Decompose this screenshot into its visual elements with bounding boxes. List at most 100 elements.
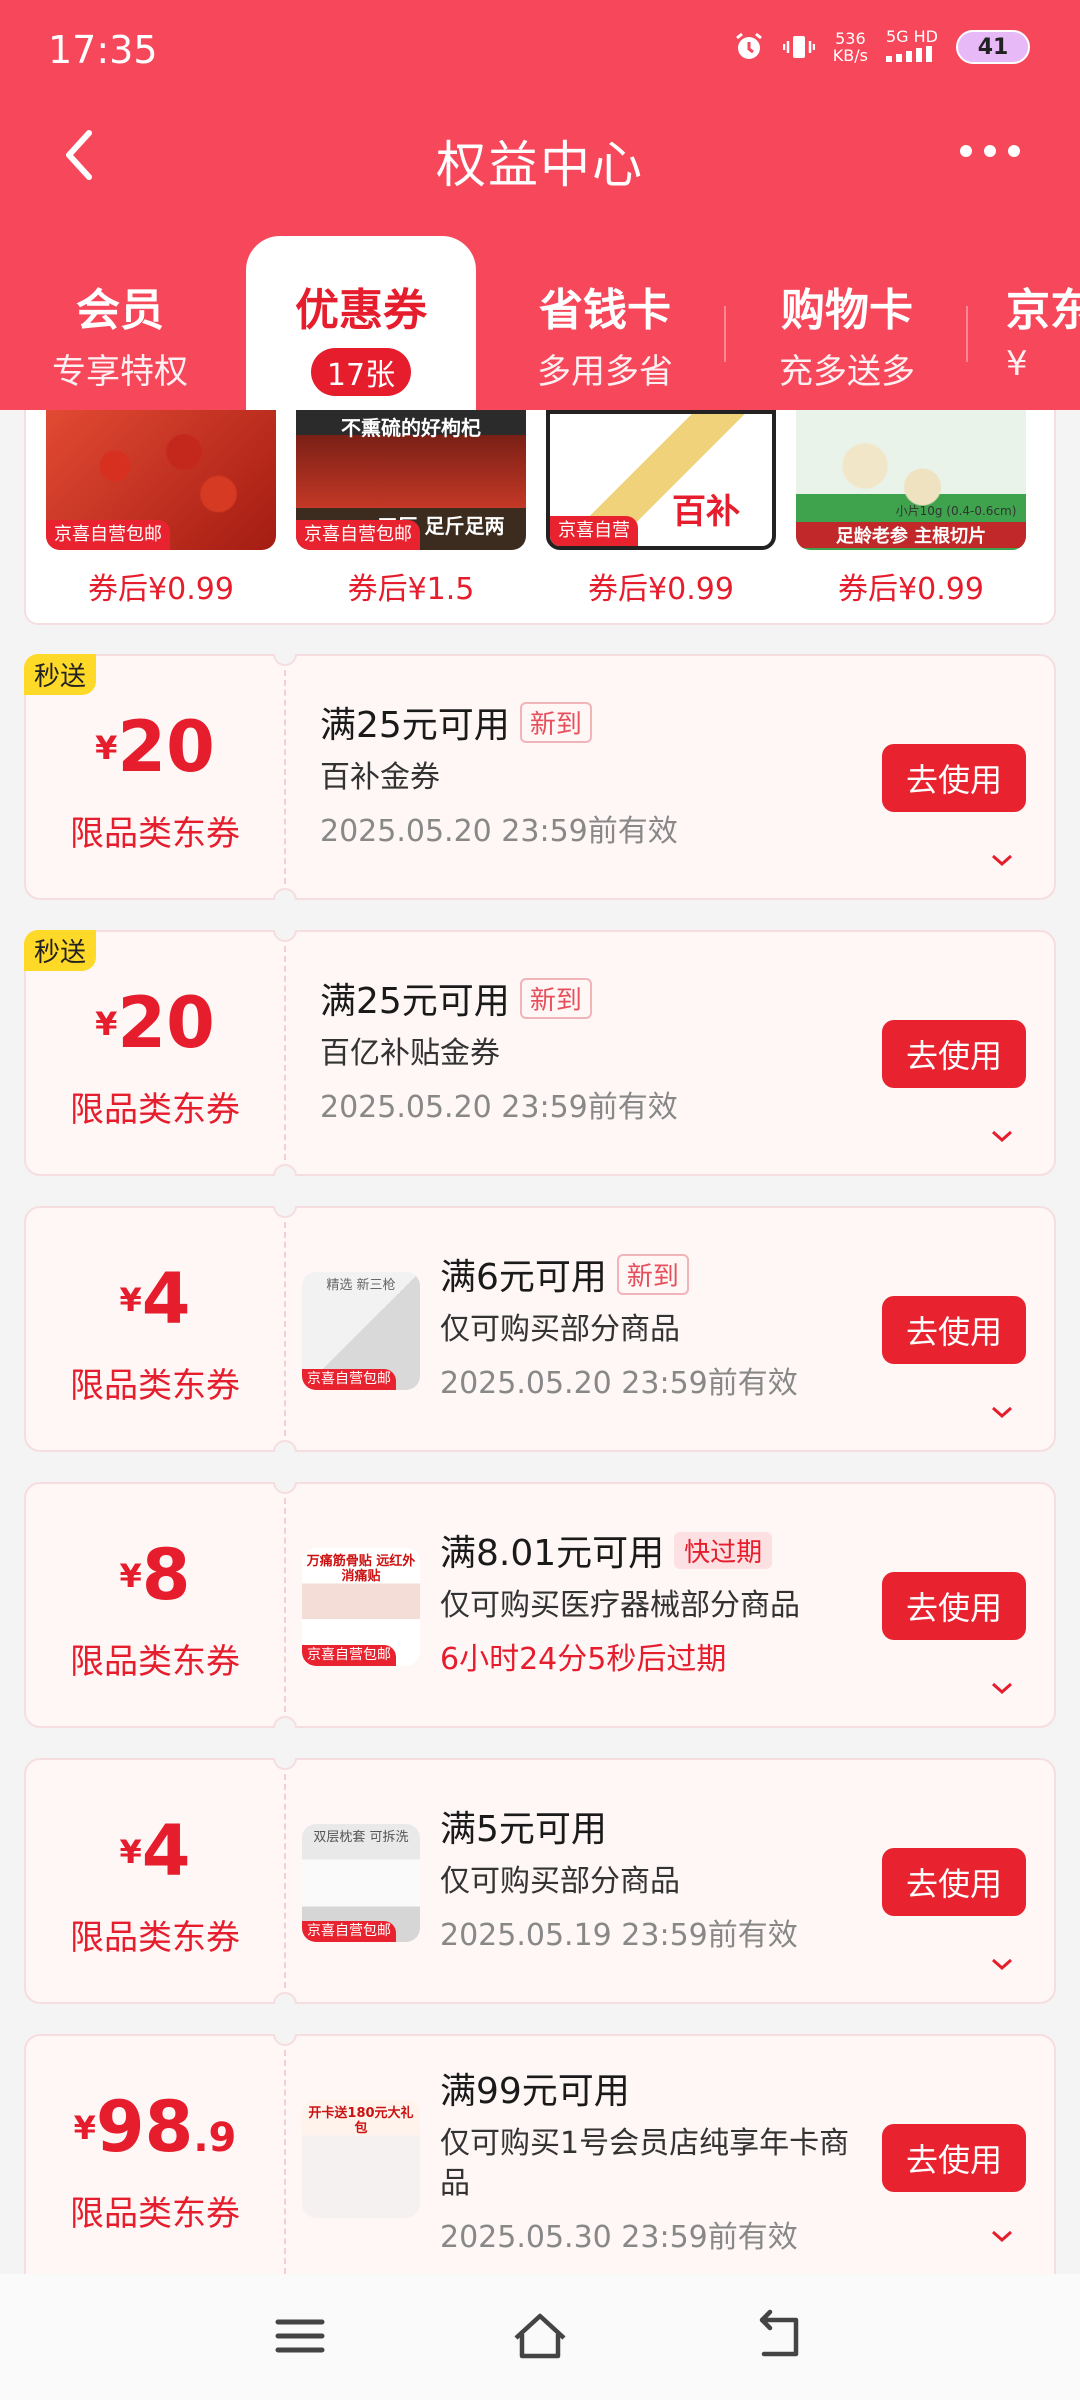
coupon-validity: 2025.05.19 23:59前有效 (440, 1918, 798, 1953)
use-coupon-button[interactable]: 去使用 (882, 1296, 1026, 1364)
product-card[interactable]: 小片10g (0.4-0.6cm) 足龄老参 主根切片 券后¥0.99 (796, 410, 1026, 615)
product-image: 小片10g (0.4-0.6cm) 足龄老参 主根切片 (796, 410, 1026, 550)
tab-membership[interactable]: 会员 专享特权 (5, 236, 235, 410)
status-time: 17:35 (48, 28, 158, 72)
coupon-info: 满99元可用 仅可购买1号会员店纯享年卡商品 2025.05.30 23:59前… (440, 2062, 860, 2256)
home-icon[interactable] (510, 2308, 570, 2364)
product-image: 京喜自营包邮 (46, 410, 276, 550)
chevron-down-icon[interactable] (990, 848, 1014, 872)
coupon-validity: 2025.05.20 23:59前有效 (320, 814, 678, 849)
coupon-info: 满8.01元可用 快过期 仅可购买医疗器械部分商品 6小时24分5秒后过期 (440, 1524, 800, 1678)
coupon-info: 满5元可用 仅可购买部分商品 2025.05.19 23:59前有效 (440, 1800, 798, 1954)
coupon-amount: ¥8 (119, 1534, 191, 1616)
product-card[interactable]: 京喜自营包邮 券后¥0.99 (46, 410, 276, 615)
coupon-amount: ¥20 (95, 706, 215, 788)
coupon-card: 秒送 ¥20 限品类东券 满25元可用 新到 百亿补贴金券 2025.05.20 … (24, 930, 1056, 1176)
tab-savings-card[interactable]: 省钱卡 多用多省 (490, 236, 720, 410)
coupon-amount: ¥4 (119, 1258, 191, 1340)
vibrate-icon (782, 36, 815, 58)
back-icon[interactable] (750, 2308, 810, 2364)
new-tag: 新到 (519, 701, 592, 743)
coupon-type: 限品类东券 (70, 2194, 240, 2234)
more-options-icon[interactable] (960, 145, 1020, 157)
coupon-type: 限品类东券 (70, 814, 240, 854)
coupon-amount: ¥20 (95, 982, 215, 1064)
coupon-amount: ¥98.9 (73, 2086, 237, 2168)
product-image: 百补 京喜自营 (546, 410, 776, 550)
signal-icon (885, 46, 932, 62)
coupon-product-thumbnail: 万痛筋骨贴 远红外消痛贴 京喜自营包邮 (302, 1548, 420, 1666)
product-tag: 京喜自营 (550, 516, 638, 546)
coupon-description: 仅可购买医疗器械部分商品 (440, 1588, 800, 1623)
coupon-condition: 满99元可用 (440, 2071, 630, 2112)
chevron-down-icon[interactable] (990, 1952, 1014, 1976)
coupon-info: 满25元可用 新到 百亿补贴金券 2025.05.20 23:59前有效 (320, 972, 678, 1126)
chevron-down-icon[interactable] (990, 1676, 1014, 1700)
coupon-description: 百补金券 (320, 760, 440, 795)
use-coupon-button[interactable]: 去使用 (882, 744, 1026, 812)
signal-indicator: 5G HD (885, 28, 938, 66)
coupon-condition: 满5元可用 (440, 1809, 607, 1850)
product-tag: 京喜自营包邮 (46, 520, 170, 550)
use-coupon-button[interactable]: 去使用 (882, 1848, 1026, 1916)
coupon-card: ¥4 限品类东券 双层枕套 可拆洗 京喜自营包邮 满5元可用 仅可购买部分商品 … (24, 1758, 1056, 2004)
coupon-card: ¥4 限品类东券 精选 新三枪 京喜自营包邮 满6元可用 新到 仅可购买部分商品 … (24, 1206, 1056, 1452)
product-tag: 京喜自营包邮 (296, 520, 420, 550)
flash-badge: 秒送 (24, 654, 97, 695)
tab-shopping-card[interactable]: 购物卡 充多送多 (732, 236, 962, 410)
product-price: 券后¥1.5 (347, 572, 475, 607)
coupon-card: 秒送 ¥20 限品类东券 满25元可用 新到 百补金券 2025.05.20 23… (24, 654, 1056, 900)
coupon-info: 满25元可用 新到 百补金券 2025.05.20 23:59前有效 (320, 696, 678, 850)
coupon-type: 限品类东券 (70, 1090, 240, 1130)
menu-icon[interactable] (270, 2308, 330, 2364)
coupon-info: 满6元可用 新到 仅可购买部分商品 2025.05.20 23:59前有效 (440, 1248, 798, 1402)
coupon-countdown: 6小时24分5秒后过期 (440, 1642, 727, 1677)
coupon-condition: 满6元可用 (440, 1257, 607, 1298)
chevron-down-icon[interactable] (990, 1124, 1014, 1148)
coupon-type: 限品类东券 (70, 1642, 240, 1682)
use-coupon-button[interactable]: 去使用 (882, 1020, 1026, 1088)
product-price: 券后¥0.99 (838, 572, 984, 607)
coupon-product-thumbnail: 精选 新三枪 京喜自营包邮 (302, 1272, 420, 1390)
chevron-down-icon[interactable] (990, 1400, 1014, 1424)
coupon-description: 仅可购买1号会员店纯享年卡商品 (440, 2126, 850, 2201)
new-tag: 新到 (616, 1253, 689, 1295)
network-speed: 536 KB/s (832, 29, 868, 65)
chevron-down-icon[interactable] (990, 2224, 1014, 2248)
tab-jd[interactable]: 京东 ¥ (986, 236, 1080, 410)
use-coupon-button[interactable]: 去使用 (882, 1572, 1026, 1640)
coupon-description: 仅可购买部分商品 (440, 1864, 680, 1899)
tab-bar: 会员 专享特权 优惠券 17张 省钱卡 多用多省 购物卡 充多送多 京东 ¥ (0, 236, 1080, 410)
coupon-condition: 满8.01元可用 (440, 1533, 665, 1574)
battery-indicator: 41 (956, 30, 1030, 64)
new-tag: 新到 (519, 977, 592, 1019)
coupon-validity: 2025.05.20 23:59前有效 (440, 1366, 798, 1401)
coupon-description: 仅可购买部分商品 (440, 1312, 680, 1347)
header: 17:35 536 KB/s 5G HD 41 权益中心 会员 专享特权 优惠券 17… (0, 0, 1080, 410)
coupon-card: ¥8 限品类东券 万痛筋骨贴 远红外消痛贴 京喜自营包邮 满8.01元可用 快过期… (24, 1482, 1056, 1728)
coupon-description: 百亿补贴金券 (320, 1036, 500, 1071)
status-bar: 17:35 536 KB/s 5G HD 41 (0, 0, 1080, 100)
tab-coupons[interactable]: 优惠券 17张 (246, 236, 476, 410)
expiring-tag: 快过期 (674, 1531, 773, 1569)
coupon-validity: 2025.05.20 23:59前有效 (320, 1090, 678, 1125)
product-card[interactable]: 百补 京喜自营 券后¥0.99 (546, 410, 776, 615)
status-icons: 536 KB/s 5G HD 41 (733, 28, 1030, 66)
coupon-validity: 2025.05.30 23:59前有效 (440, 2220, 798, 2255)
coupon-count-badge: 17张 (310, 348, 412, 396)
product-price: 券后¥0.99 (588, 572, 734, 607)
product-price: 券后¥0.99 (88, 572, 234, 607)
product-card[interactable]: 不熏硫的好枸杞 工厂 足斤足两 京喜自营包邮 券后¥1.5 (296, 410, 526, 615)
use-coupon-button[interactable]: 去使用 (882, 2124, 1026, 2192)
coupon-type: 限品类东券 (70, 1366, 240, 1406)
product-strip: 京喜自营包邮 券后¥0.99 不熏硫的好枸杞 工厂 足斤足两 京喜自营包邮 券后… (24, 410, 1056, 625)
coupon-amount: ¥4 (119, 1810, 191, 1892)
product-image: 不熏硫的好枸杞 工厂 足斤足两 京喜自营包邮 (296, 410, 526, 550)
flash-badge: 秒送 (24, 930, 97, 971)
coupon-card: ¥98.9 限品类东券 开卡送180元大礼包 满99元可用 仅可购买1号会员店纯… (24, 2034, 1056, 2274)
alarm-icon (735, 32, 762, 59)
system-navigation-bar (0, 2274, 1080, 2400)
tab-divider (966, 306, 968, 362)
coupon-type: 限品类东券 (70, 1918, 240, 1958)
coupon-product-thumbnail: 双层枕套 可拆洗 京喜自营包邮 (302, 1824, 420, 1942)
